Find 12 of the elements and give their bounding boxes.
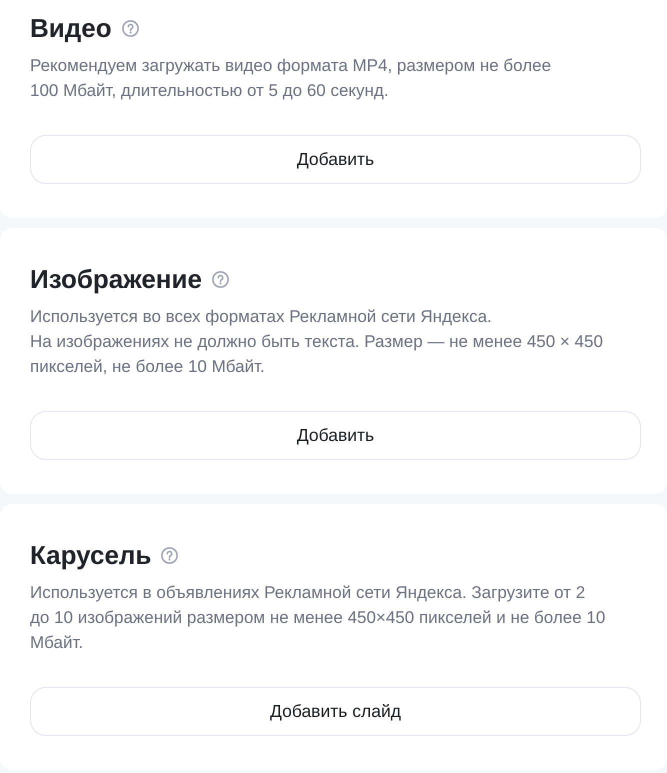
section-title: Карусель — [30, 541, 152, 569]
section-description: Используется в объявлениях Рекламной сети Яндекса. Загрузите от 2 до 10 изображений размером не менее 450×450 пикселей и не более 10 Мбайт. — [30, 582, 606, 654]
add-button[interactable]: Добавить — [30, 135, 641, 184]
add-button[interactable]: Добавить слайд — [30, 687, 641, 736]
help-icon[interactable] — [122, 20, 139, 36]
help-icon[interactable] — [161, 546, 178, 564]
section-title: Изображение — [30, 265, 202, 293]
help-icon[interactable] — [212, 270, 229, 288]
section-description: Рекомендуем загружать видео формата MP4, размером не более 100 Мбайт, длительностью от 5 до 60 секунд. — [30, 55, 552, 102]
section-title: Видео — [30, 14, 112, 42]
section-description: Используется во всех форматах Рекламной сети Яндекса. На изображениях не должно быть текста. Размер — не менее 450 × 450 пикселей, не более 10 Мбайт. — [30, 306, 604, 378]
add-button[interactable]: Добавить — [30, 411, 641, 460]
